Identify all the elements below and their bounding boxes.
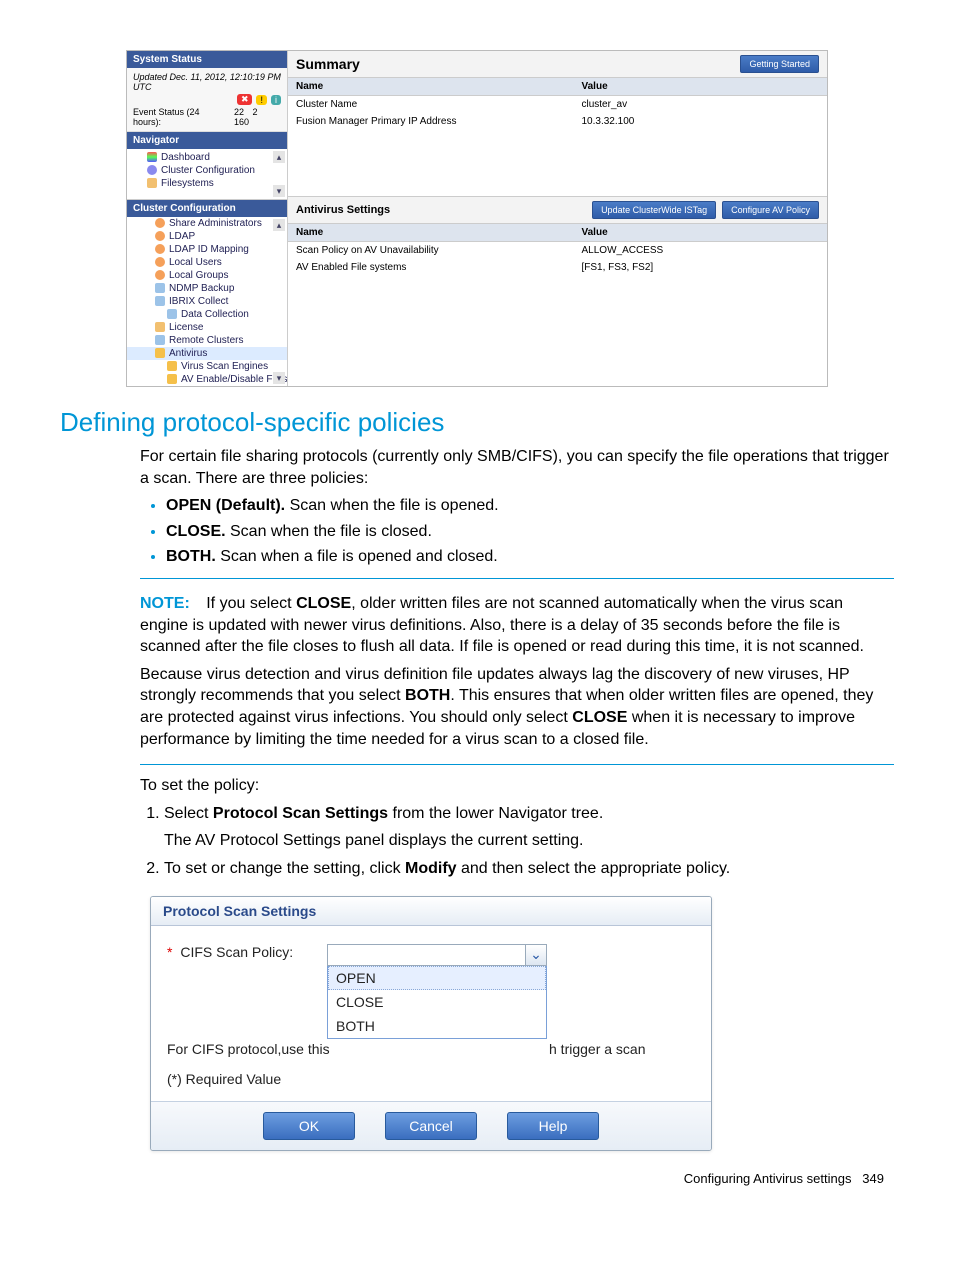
page-footer: Configuring Antivirus settings 349 [60, 1171, 894, 1186]
warn-icon: ! [256, 95, 267, 105]
users-icon [155, 270, 165, 280]
users-icon [155, 231, 165, 241]
cc-virus-engines[interactable]: Virus Scan Engines [127, 360, 287, 373]
policy-list: OPEN (Default). Scan when the file is op… [140, 495, 894, 568]
app-screenshot: System Status Updated Dec. 11, 2012, 12:… [126, 50, 828, 387]
update-istag-button[interactable]: Update ClusterWide ISTag [592, 201, 716, 219]
cc-ibrix[interactable]: IBRIX Collect [127, 295, 287, 308]
field-description: For CIFS protocol,use this h trigger a s… [167, 1041, 695, 1057]
summary-title: Summary [296, 56, 360, 72]
combo-option-close[interactable]: CLOSE [328, 990, 546, 1014]
gear-icon [147, 165, 157, 175]
info-icon: i [271, 95, 281, 105]
shield-icon [167, 374, 177, 384]
cc-remote[interactable]: Remote Clusters [127, 334, 287, 347]
error-icon: ✖ [237, 94, 253, 105]
av-row: Scan Policy on AV Unavailability ALLOW_A… [288, 242, 827, 259]
field-label: * CIFS Scan Policy: [167, 944, 327, 960]
summary-row: Fusion Manager Primary IP Address 10.3.3… [288, 113, 827, 130]
event-status-label: Event Status (24 hours): [133, 107, 230, 127]
nav-dashboard[interactable]: Dashboard [127, 151, 287, 164]
cc-license[interactable]: License [127, 321, 287, 334]
cc-data-collection[interactable]: Data Collection [127, 308, 287, 321]
cc-share-admins[interactable]: Share Administrators [127, 217, 287, 230]
users-icon [155, 244, 165, 254]
cluster-icon [155, 335, 165, 345]
cc-ldap-id[interactable]: LDAP ID Mapping [127, 243, 287, 256]
list-item: BOTH. Scan when a file is opened and clo… [166, 546, 894, 568]
users-icon [155, 218, 165, 228]
col-name: Name [288, 224, 574, 241]
to-set-label: To set the policy: [140, 775, 894, 797]
shield-icon [155, 348, 165, 358]
list-item: To set or change the setting, click Modi… [164, 858, 894, 880]
list-item: OPEN (Default). Scan when the file is op… [166, 495, 894, 517]
cc-antivirus[interactable]: Antivirus [127, 347, 287, 360]
scroll-down-icon[interactable]: ▾ [273, 372, 285, 384]
note-block: NOTE: If you select CLOSE, older written… [140, 578, 894, 765]
nav-filesystems[interactable]: Filesystems [127, 177, 287, 190]
av-row: AV Enabled File systems [FS1, FS3, FS2] [288, 259, 827, 276]
col-value: Value [574, 224, 828, 241]
getting-started-button[interactable]: Getting Started [740, 55, 819, 73]
steps-list: Select Protocol Scan Settings from the l… [140, 803, 894, 880]
db-icon [155, 283, 165, 293]
cluster-config-header: Cluster Configuration [127, 200, 287, 217]
protocol-dialog: Protocol Scan Settings * CIFS Scan Polic… [150, 896, 712, 1151]
cc-ndmp[interactable]: NDMP Backup [127, 282, 287, 295]
list-item: CLOSE. Scan when the file is closed. [166, 521, 894, 543]
disk-icon [167, 309, 177, 319]
scroll-down-icon[interactable]: ▾ [273, 185, 285, 197]
cancel-button[interactable]: Cancel [385, 1112, 477, 1140]
cc-ldap[interactable]: LDAP [127, 230, 287, 243]
folder-icon [147, 178, 157, 188]
ok-button[interactable]: OK [263, 1112, 355, 1140]
cc-local-groups[interactable]: Local Groups [127, 269, 287, 282]
shield-icon [167, 361, 177, 371]
section-heading: Defining protocol-specific policies [60, 407, 894, 438]
av-title: Antivirus Settings [296, 204, 390, 216]
col-name: Name [288, 78, 574, 95]
cc-local-users[interactable]: Local Users [127, 256, 287, 269]
status-updated: Updated Dec. 11, 2012, 12:10:19 PM UTC [133, 72, 281, 92]
doc-icon [155, 322, 165, 332]
cc-av-enable[interactable]: AV Enable/Disable Filesystems [127, 373, 287, 386]
intro-para: For certain file sharing protocols (curr… [140, 446, 894, 489]
required-icon: * [167, 944, 172, 960]
dialog-title: Protocol Scan Settings [151, 897, 711, 926]
combo-option-open[interactable]: OPEN [328, 966, 546, 990]
combo-option-both[interactable]: BOTH [328, 1014, 546, 1038]
configure-av-button[interactable]: Configure AV Policy [722, 201, 819, 219]
disk-icon [155, 296, 165, 306]
scroll-up-icon[interactable]: ▴ [273, 151, 285, 163]
users-icon [155, 257, 165, 267]
help-button[interactable]: Help [507, 1112, 599, 1140]
col-value: Value [574, 78, 828, 95]
required-note: (*) Required Value [167, 1071, 695, 1087]
list-item: Select Protocol Scan Settings from the l… [164, 803, 894, 852]
note-label: NOTE: [140, 595, 190, 612]
system-status-header: System Status [127, 51, 287, 68]
chart-icon [147, 152, 157, 162]
cifs-policy-combo[interactable]: ⌄ OPEN CLOSE BOTH [327, 944, 547, 1039]
chevron-down-icon[interactable]: ⌄ [525, 944, 547, 966]
combo-input[interactable] [327, 944, 525, 966]
navigator-header: Navigator [127, 132, 287, 149]
scroll-up-icon[interactable]: ▴ [273, 219, 285, 231]
combo-dropdown: OPEN CLOSE BOTH [327, 966, 547, 1039]
nav-cluster-config[interactable]: Cluster Configuration [127, 164, 287, 177]
summary-row: Cluster Name cluster_av [288, 96, 827, 113]
